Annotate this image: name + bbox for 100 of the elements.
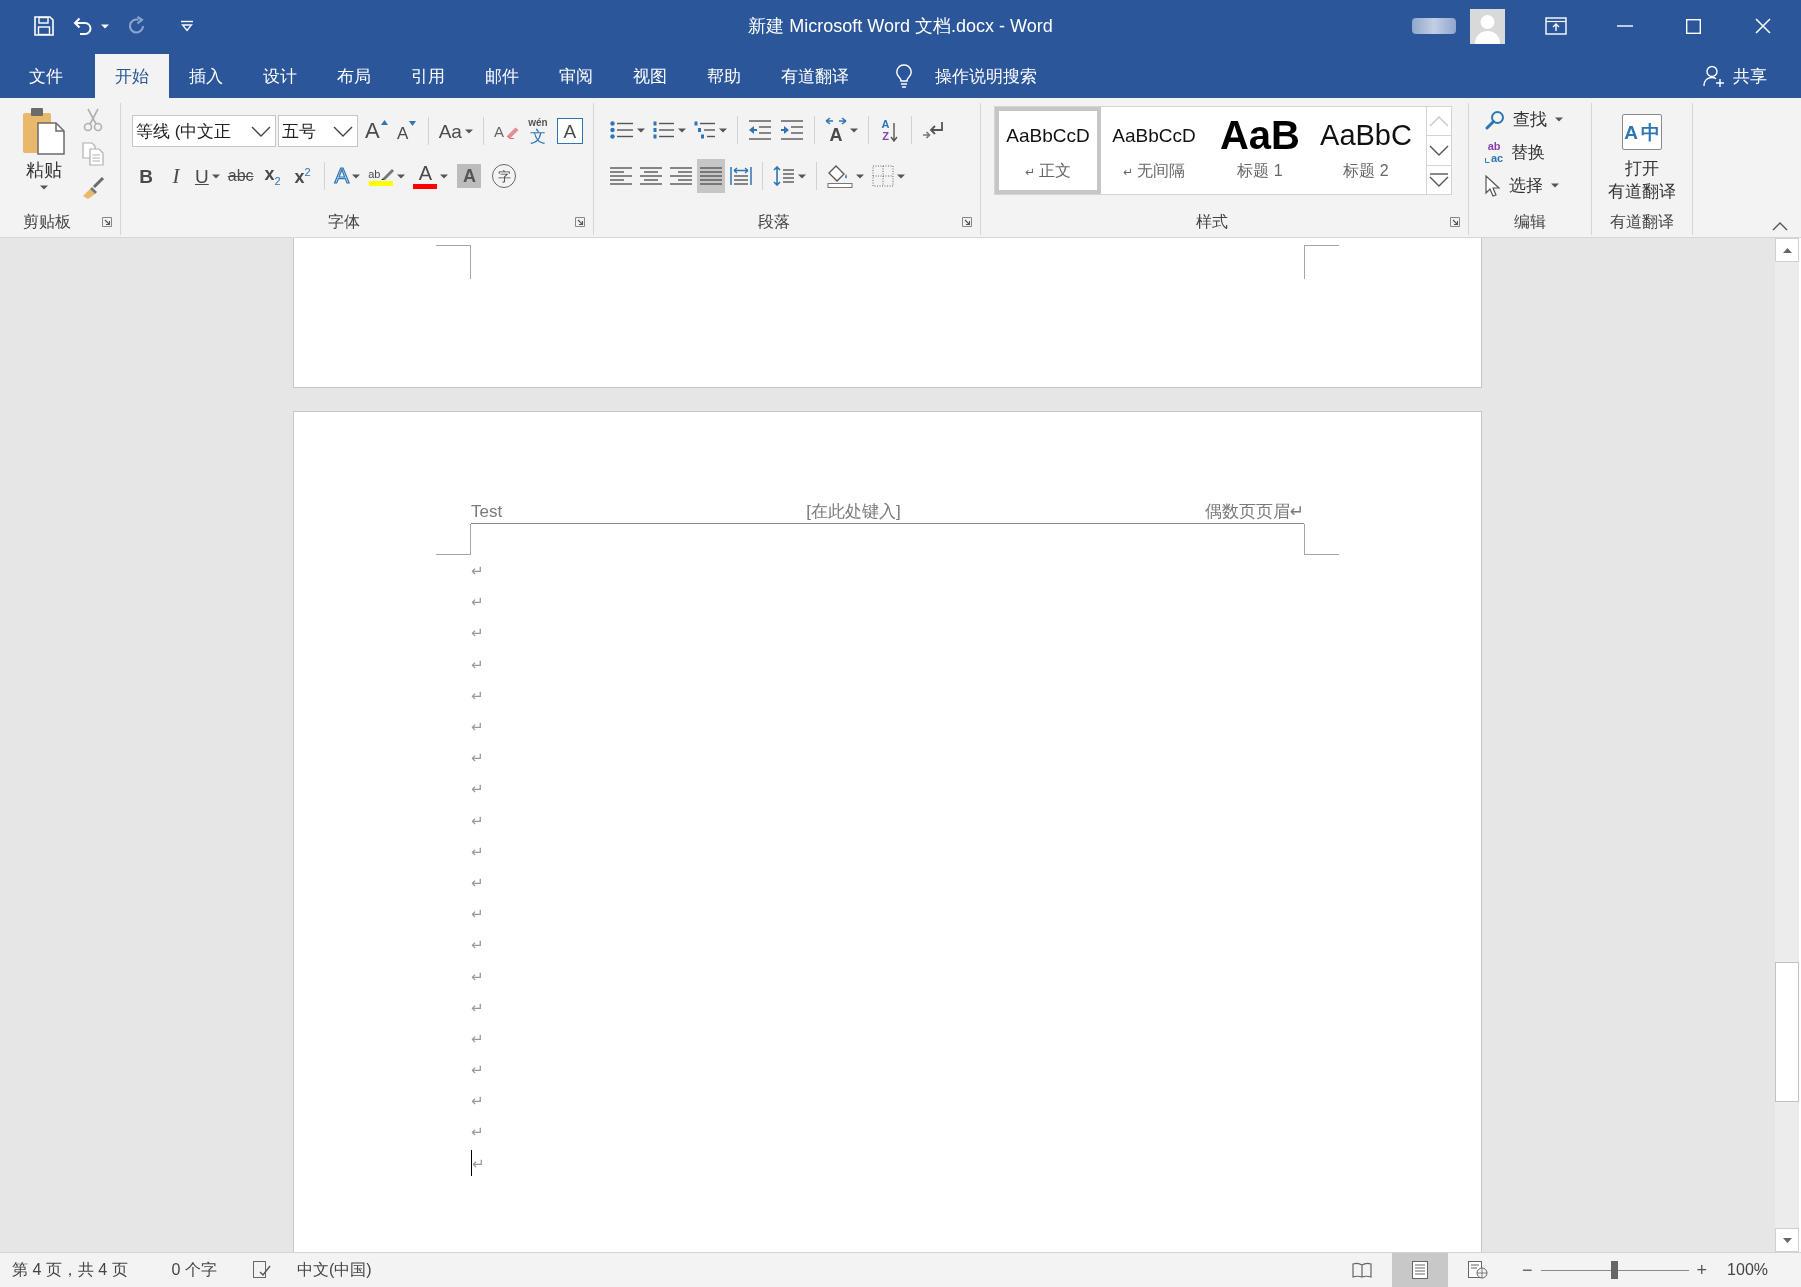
maximize-icon: [1686, 18, 1701, 34]
subscript-button[interactable]: x$_{2}$: [258, 160, 287, 192]
paragraph-mark: ↵: [471, 1093, 484, 1109]
justify-button[interactable]: [697, 159, 725, 193]
paragraph-mark: ↵: [471, 687, 484, 703]
ribbon-tab[interactable]: 开始: [95, 54, 169, 98]
close-icon: [1754, 18, 1771, 34]
paragraph-mark: ↵: [471, 656, 484, 672]
strikethrough-button[interactable]: abc: [224, 160, 257, 192]
language-text[interactable]: 中文(中国): [296, 1259, 372, 1281]
open-translator-button[interactable]: A中 打开 有道翻译: [1606, 103, 1678, 203]
page-icon: [1412, 1261, 1429, 1279]
superscript-button[interactable]: x$^{2}$: [288, 160, 317, 192]
dialog-launcher-button[interactable]: [1450, 217, 1460, 227]
character-shading-button[interactable]: A: [457, 164, 482, 188]
grow-font-button[interactable]: A: [362, 115, 391, 147]
proofing-button[interactable]: [252, 1261, 271, 1279]
paragraph-mark: ↵: [471, 781, 484, 797]
ribbon-tab[interactable]: 帮助: [687, 54, 761, 98]
open-book-icon: [1352, 1262, 1373, 1278]
ribbon-tab[interactable]: 文件: [9, 54, 83, 98]
underline-button[interactable]: U: [192, 160, 223, 192]
chevron-up-icon: [1429, 115, 1449, 127]
asian-layout-button[interactable]: A: [822, 114, 861, 146]
scrollbar-thumb[interactable]: [1775, 962, 1799, 1102]
blurred-name-placeholder: [1412, 18, 1456, 34]
clear-formatting-button[interactable]: A: [490, 115, 522, 147]
corner-arrow-icon: [1450, 217, 1460, 227]
bold-button[interactable]: B: [132, 160, 160, 192]
corner-arrow-icon: [575, 217, 585, 227]
dialog-launcher-button[interactable]: [102, 217, 112, 227]
ribbon-tab[interactable]: 插入: [169, 54, 243, 98]
select-button[interactable]: 选择: [1483, 169, 1591, 202]
down-triangle-icon: [409, 120, 417, 126]
save-icon: [34, 16, 54, 36]
vertical-scrollbar[interactable]: [1775, 238, 1799, 1252]
undo-icon: [72, 17, 94, 35]
ribbon-tab[interactable]: 邮件: [465, 54, 539, 98]
dotted-grid-icon: [872, 165, 894, 187]
find-button[interactable]: 查找: [1483, 103, 1591, 136]
ribbon-tab[interactable]: 视图: [613, 54, 687, 98]
chevron-down-icon: [1429, 145, 1449, 156]
sort-button[interactable]: A Z: [876, 114, 904, 146]
phonetic-guide-button[interactable]: wén 文: [523, 115, 552, 147]
lightbulb-icon: [895, 64, 913, 88]
group-label: 段落: [758, 211, 790, 232]
double-arrow-icon: [825, 116, 847, 125]
crop-mark: [1304, 245, 1339, 279]
font-color-button[interactable]: A: [410, 160, 452, 192]
ribbon-tab[interactable]: 设计: [243, 54, 317, 98]
change-case-button[interactable]: Aa: [435, 115, 476, 147]
ribbon-tab[interactable]: 有道翻译: [761, 54, 869, 98]
word-count-text[interactable]: 0 个字: [171, 1259, 217, 1281]
caret-icon: [40, 185, 48, 190]
ribbon-tab[interactable]: 引用: [391, 54, 465, 98]
bar-chevron-down-icon: [1429, 172, 1449, 187]
chevron-up-icon: [1772, 222, 1788, 231]
line-spacing-icon: [773, 166, 795, 186]
pointer-icon: [1485, 174, 1501, 197]
font-name-combo[interactable]: 等线 (中文正: [132, 115, 276, 147]
paragraph-mark: ↵: [471, 1062, 484, 1078]
style-preview-text: AaB: [1220, 113, 1300, 157]
font-size-combo[interactable]: 五号: [278, 115, 358, 147]
paragraph-mark: ↵: [471, 719, 484, 735]
down-arrow-icon: [890, 121, 899, 142]
zoom-level-button[interactable]: 100%: [1727, 1261, 1768, 1279]
dialog-launcher-button[interactable]: [575, 217, 585, 227]
window-title: 新建 Microsoft Word 文档.docx - Word: [748, 15, 1053, 38]
style-name-label: 标题 2: [1343, 161, 1389, 181]
style-item[interactable]: AaBbCcD ↵ 正文: [995, 107, 1101, 194]
scissors-icon: [82, 108, 104, 132]
character-border-button[interactable]: A: [556, 118, 583, 144]
collapse-ribbon-button[interactable]: [1772, 222, 1788, 231]
clipboard-icon: [22, 107, 66, 155]
page-count-text[interactable]: 第 4 页，共 4 页: [12, 1259, 128, 1281]
ribbon-tab[interactable]: 审阅: [539, 54, 613, 98]
zoom-slider-thumb[interactable]: [1611, 1261, 1619, 1279]
zoom-in-button[interactable]: +: [1694, 1261, 1710, 1279]
up-triangle-icon: [1782, 247, 1792, 253]
paste-button[interactable]: 粘贴: [16, 105, 72, 203]
decrease-indent-icon: [748, 120, 772, 140]
justify-icon: [700, 167, 722, 185]
ribbon-tab[interactable]: 布局: [317, 54, 391, 98]
paragraph-mark: ↵: [472, 1155, 485, 1171]
tell-me-search[interactable]: 操作说明搜索: [891, 54, 1041, 98]
dialog-launcher-button[interactable]: [962, 217, 972, 227]
share-button[interactable]: 共享: [1699, 54, 1771, 98]
scroll-up-button[interactable]: [1775, 238, 1799, 262]
bar-triangle-down-icon: [180, 20, 194, 32]
highlight-button[interactable]: ab: [365, 160, 409, 192]
italic-button[interactable]: I: [162, 160, 190, 192]
header-text: Test: [471, 501, 503, 523]
shrink-font-button[interactable]: A: [392, 115, 421, 147]
style-preview-text: AaBbC: [1320, 117, 1412, 153]
zoom-out-button[interactable]: −: [1520, 1261, 1535, 1279]
translator-logo: A中: [1622, 114, 1662, 150]
return-arrow-icon: [922, 121, 944, 139]
style-name-label: ↵ 无间隔: [1122, 161, 1186, 181]
print-layout-button[interactable]: [1392, 1253, 1449, 1287]
scroll-down-button[interactable]: [1775, 1228, 1799, 1252]
